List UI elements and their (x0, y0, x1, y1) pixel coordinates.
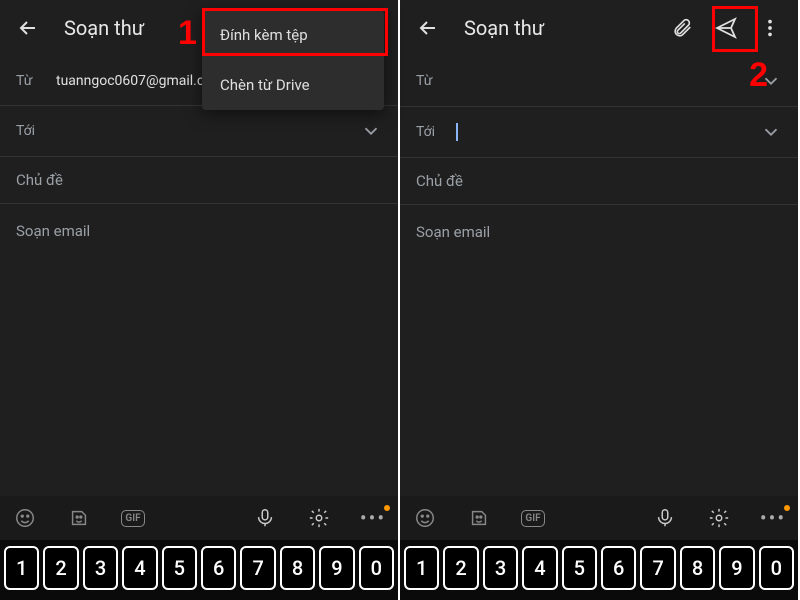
key-2[interactable]: 2 (443, 546, 478, 590)
from-label: Từ (16, 73, 56, 89)
keyboard-toolbar: GIF ••• (0, 496, 398, 540)
subject-placeholder: Chủ đề (16, 171, 63, 189)
key-8[interactable]: 8 (680, 546, 715, 590)
back-icon[interactable] (8, 8, 48, 48)
more-icon[interactable]: ••• (358, 503, 388, 533)
subject-input[interactable]: Chủ đề (0, 157, 398, 204)
key-7[interactable]: 7 (240, 546, 275, 590)
emoji-icon[interactable] (410, 503, 440, 533)
compose-right-panel: Soạn thư Từ Tới Chủ đề Soạn email (400, 0, 800, 600)
key-8[interactable]: 8 (280, 546, 315, 590)
keyboard: GIF ••• 1 2 3 4 5 6 7 8 9 0 (0, 496, 398, 600)
key-6[interactable]: 6 (201, 546, 236, 590)
key-1[interactable]: 1 (4, 546, 39, 590)
body-input[interactable]: Soạn email (0, 204, 398, 258)
menu-attach-file[interactable]: Đính kèm tệp (202, 10, 384, 60)
to-value (456, 123, 760, 141)
attach-popup: Đính kèm tệp Chèn từ Drive (202, 10, 384, 110)
key-5[interactable]: 5 (562, 546, 597, 590)
key-3[interactable]: 3 (83, 546, 118, 590)
topbar: Soạn thư (400, 0, 798, 56)
gear-icon[interactable] (704, 503, 734, 533)
gif-icon[interactable]: GIF (518, 503, 548, 533)
chevron-down-icon[interactable] (760, 121, 782, 143)
mic-icon[interactable] (650, 503, 680, 533)
keyboard-number-row: 1 2 3 4 5 6 7 8 9 0 (400, 540, 798, 600)
annotation-step1: 1 (178, 14, 197, 53)
mic-icon[interactable] (250, 503, 280, 533)
page-title: Soạn thư (464, 16, 646, 40)
keyboard-number-row: 1 2 3 4 5 6 7 8 9 0 (0, 540, 398, 600)
text-cursor (456, 123, 458, 141)
emoji-icon[interactable] (10, 503, 40, 533)
to-label: Tới (16, 123, 56, 139)
sticker-icon[interactable] (64, 503, 94, 533)
key-4[interactable]: 4 (522, 546, 557, 590)
gear-icon[interactable] (304, 503, 334, 533)
to-row[interactable]: Tới (0, 106, 398, 157)
compose-left-panel: Soạn thư Từ tuanngoc0607@gmail.cc Tới Ch… (0, 0, 400, 600)
key-7[interactable]: 7 (640, 546, 675, 590)
annotation-step2: 2 (749, 56, 768, 95)
key-4[interactable]: 4 (122, 546, 157, 590)
attach-icon[interactable] (662, 8, 702, 48)
from-row[interactable]: Từ (400, 56, 798, 107)
from-label: Từ (416, 73, 456, 89)
keyboard: GIF ••• 1 2 3 4 5 6 7 8 9 0 (400, 496, 798, 600)
gif-icon[interactable]: GIF (118, 503, 148, 533)
back-icon[interactable] (408, 8, 448, 48)
key-6[interactable]: 6 (601, 546, 636, 590)
subject-input[interactable]: Chủ đề (400, 158, 798, 205)
chevron-down-icon[interactable] (360, 120, 382, 142)
key-1[interactable]: 1 (404, 546, 439, 590)
key-3[interactable]: 3 (483, 546, 518, 590)
body-input[interactable]: Soạn email (400, 205, 798, 259)
key-0[interactable]: 0 (759, 546, 794, 590)
to-label: Tới (416, 124, 456, 140)
menu-insert-drive[interactable]: Chèn từ Drive (202, 60, 384, 110)
sticker-icon[interactable] (464, 503, 494, 533)
key-9[interactable]: 9 (319, 546, 354, 590)
subject-placeholder: Chủ đề (416, 172, 463, 190)
overflow-icon[interactable] (750, 8, 790, 48)
key-5[interactable]: 5 (162, 546, 197, 590)
send-icon[interactable] (706, 8, 746, 48)
keyboard-toolbar: GIF ••• (400, 496, 798, 540)
key-9[interactable]: 9 (719, 546, 754, 590)
to-row[interactable]: Tới (400, 107, 798, 158)
body-placeholder: Soạn email (16, 222, 90, 240)
more-icon[interactable]: ••• (758, 503, 788, 533)
key-0[interactable]: 0 (359, 546, 394, 590)
body-placeholder: Soạn email (416, 223, 490, 241)
key-2[interactable]: 2 (43, 546, 78, 590)
